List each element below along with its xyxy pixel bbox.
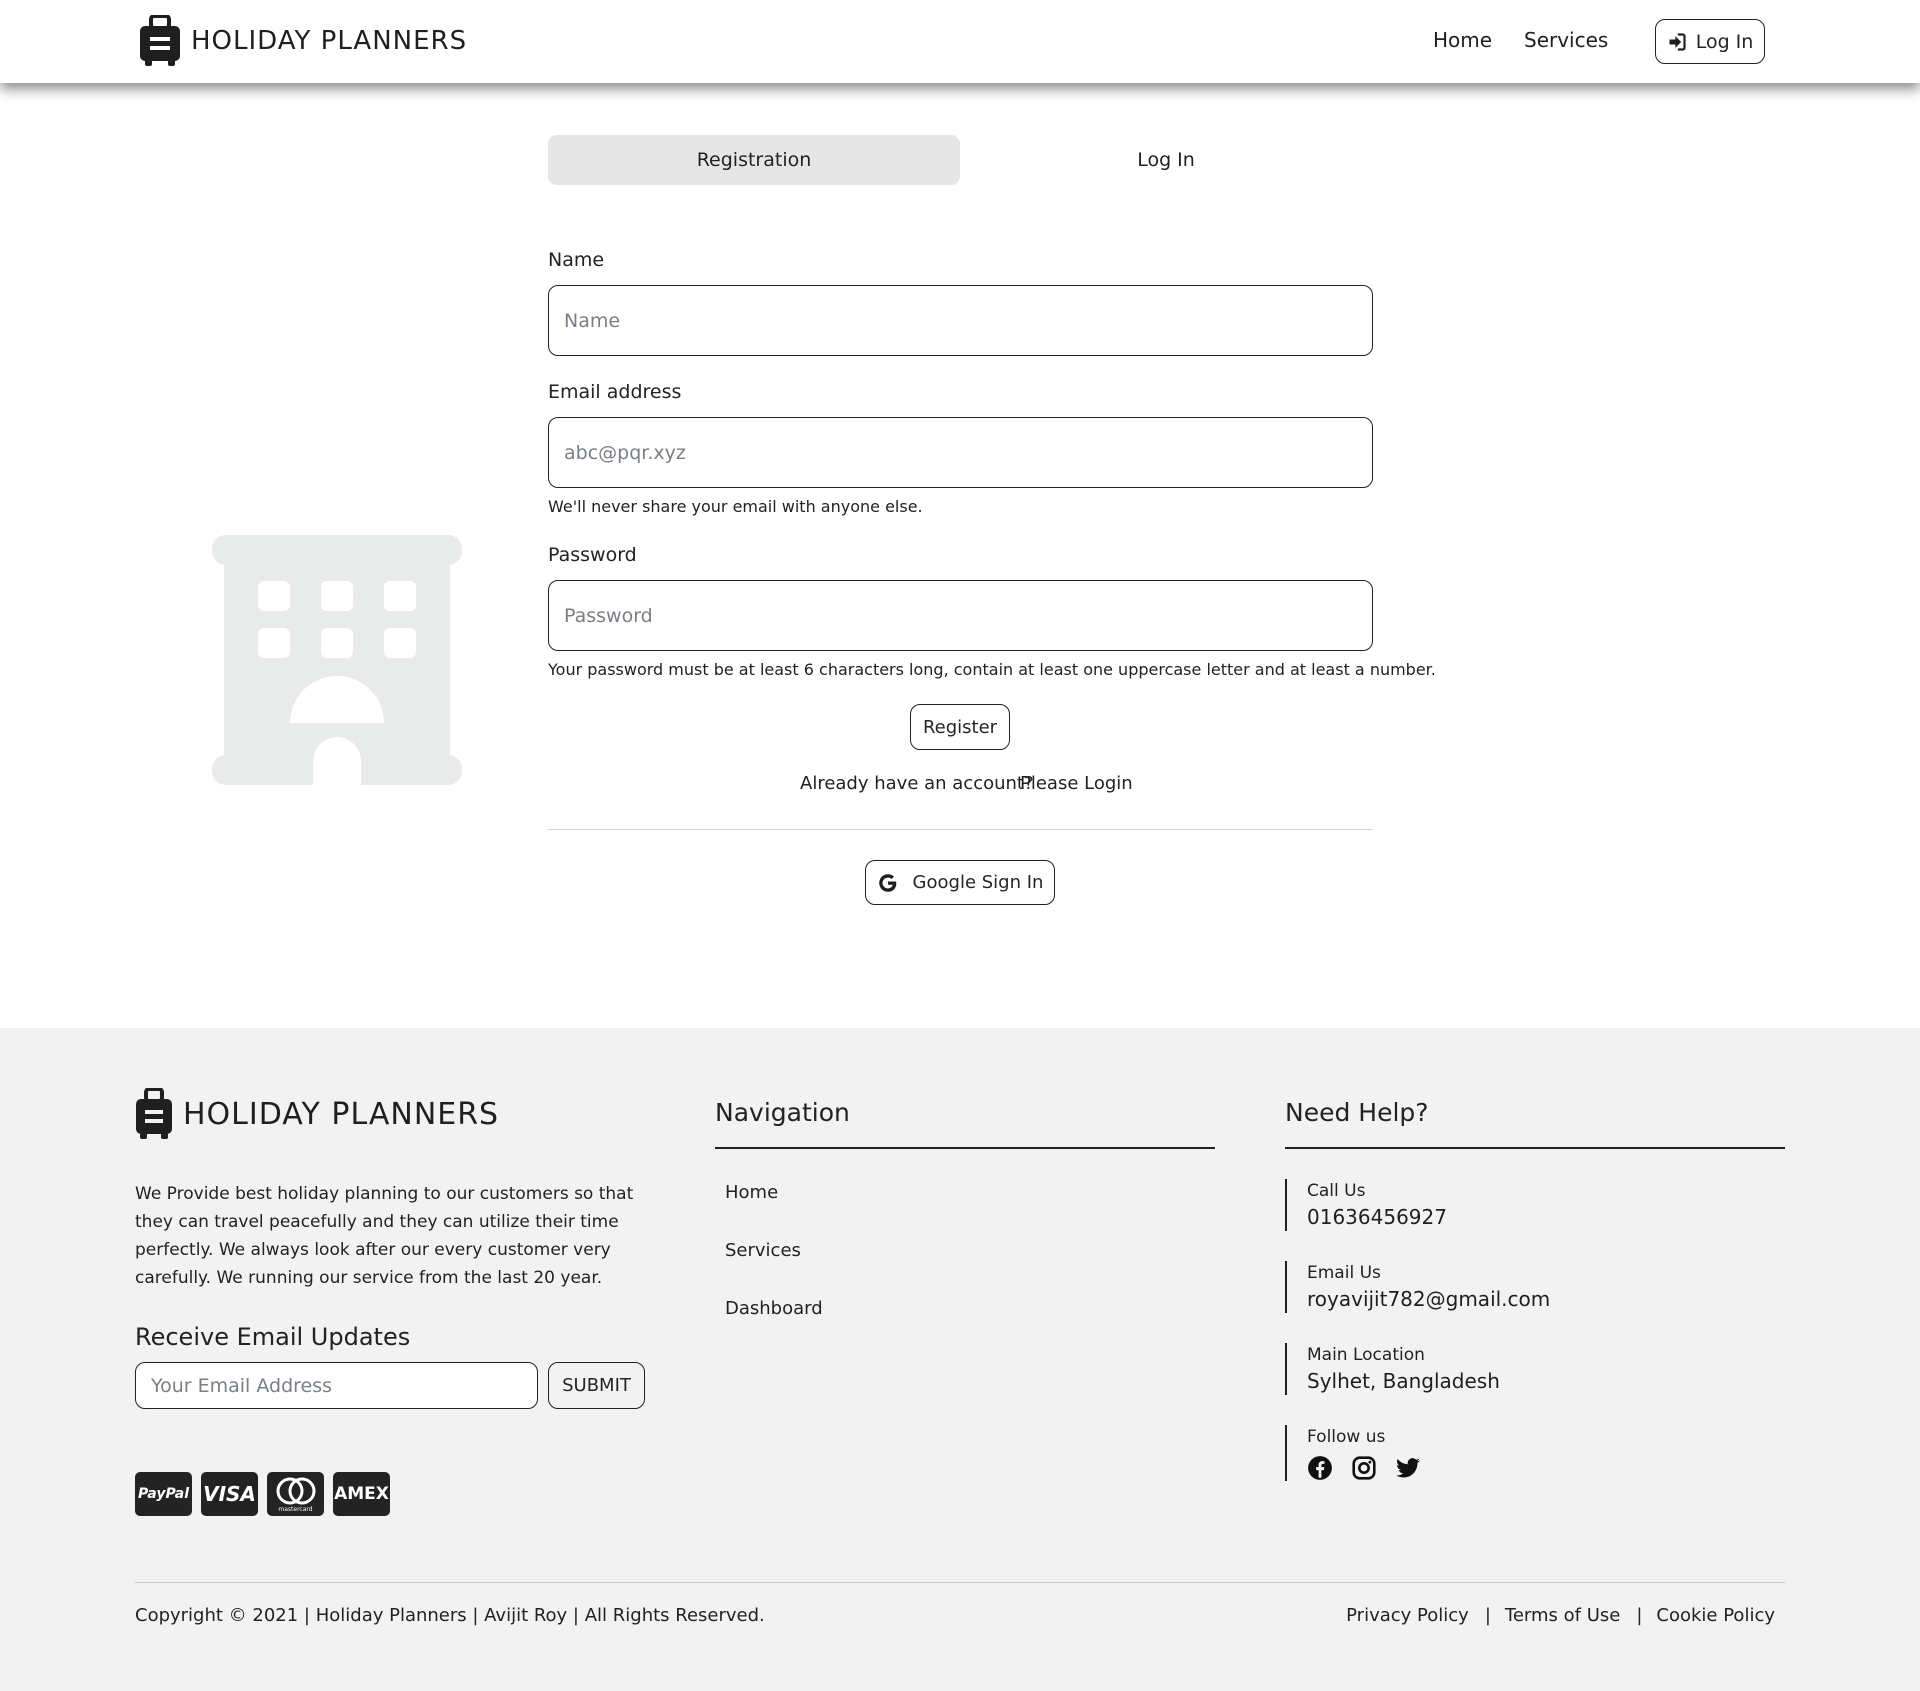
policy-links: Privacy Policy | Terms of Use | Cookie P…: [1346, 1605, 1775, 1626]
header-login-button[interactable]: Log In: [1655, 19, 1765, 64]
footer-brand-name: HOLIDAY PLANNERS: [183, 1096, 500, 1132]
terms-of-use-link[interactable]: Terms of Use: [1505, 1605, 1620, 1626]
follow-us-label: Follow us: [1307, 1427, 1386, 1447]
email-input[interactable]: [548, 417, 1373, 488]
visa-icon: VISA: [201, 1472, 258, 1516]
need-help-title: Need Help?: [1285, 1098, 1429, 1127]
suitcase-logo-icon: [136, 1088, 172, 1139]
mastercard-circles: [276, 1477, 315, 1504]
google-sign-in-label: Google Sign In: [912, 872, 1044, 893]
cookie-policy-link[interactable]: Cookie Policy: [1656, 1605, 1775, 1626]
newsletter-submit-button[interactable]: SUBMIT: [548, 1362, 645, 1409]
contact-location-label: Main Location: [1307, 1345, 1425, 1365]
brand[interactable]: HOLIDAY PLANNERS: [139, 15, 467, 67]
email-label: Email address: [548, 381, 682, 403]
newsletter-email-input[interactable]: [135, 1362, 538, 1409]
google-icon: [878, 873, 896, 892]
form-divider: [548, 829, 1373, 830]
twitter-icon[interactable]: [1395, 1455, 1421, 1481]
hotel-building-icon: [212, 535, 462, 787]
contact-email-label: Email Us: [1307, 1263, 1381, 1283]
facebook-icon[interactable]: [1307, 1455, 1333, 1481]
footer-divider: [135, 1582, 1785, 1583]
email-updates-title: Receive Email Updates: [135, 1323, 411, 1351]
mastercard-label: mastercard: [278, 1505, 313, 1513]
password-label: Password: [548, 544, 637, 566]
contact-call-label: Call Us: [1307, 1181, 1366, 1201]
footer: HOLIDAY PLANNERS We Provide best holiday…: [0, 1028, 1920, 1691]
password-help-text: Your password must be at least 6 charact…: [548, 660, 1436, 679]
already-account-text: Already have an account?: [800, 773, 1034, 794]
footer-brand[interactable]: HOLIDAY PLANNERS: [135, 1088, 499, 1140]
policy-separator: |: [1636, 1605, 1643, 1626]
top-navbar: HOLIDAY PLANNERS Home Services Log In: [0, 0, 1920, 83]
copyright-text: Copyright © 2021 | Holiday Planners | Av…: [135, 1605, 765, 1626]
register-button[interactable]: Register: [910, 704, 1010, 750]
payment-cards: PayPal VISA mastercard AMEX: [135, 1472, 399, 1516]
nav-services-link[interactable]: Services: [1524, 28, 1608, 52]
contact-location-value: Sylhet, Bangladesh: [1307, 1369, 1500, 1393]
sign-in-icon: [1669, 32, 1686, 51]
name-label: Name: [548, 249, 605, 271]
tab-registration[interactable]: Registration: [548, 135, 960, 185]
navigation-rule: [715, 1147, 1215, 1149]
nav-home-link[interactable]: Home: [1433, 28, 1492, 52]
footer-nav-home[interactable]: Home: [725, 1182, 778, 1203]
header-login-label: Log In: [1695, 30, 1754, 53]
follow-us: Follow us: [1285, 1425, 1439, 1481]
mastercard-icon: mastercard: [267, 1472, 324, 1516]
paypal-icon: PayPal: [135, 1472, 192, 1516]
need-help-rule: [1285, 1147, 1785, 1149]
about-text: We Provide best holiday planning to our …: [135, 1184, 634, 1288]
name-input[interactable]: [548, 285, 1373, 356]
contact-location: Main Location Sylhet, Bangladesh: [1285, 1343, 1500, 1395]
contact-email: Email Us royavijit782@gmail.com: [1285, 1261, 1550, 1313]
contact-call-value[interactable]: 01636456927: [1307, 1203, 1447, 1231]
brand-name: HOLIDAY PLANNERS: [191, 26, 468, 56]
password-input[interactable]: [548, 580, 1373, 651]
policy-separator: |: [1484, 1605, 1491, 1626]
tab-login[interactable]: Log In: [960, 135, 1372, 185]
contact-call: Call Us 01636456927: [1285, 1179, 1447, 1231]
amex-icon: AMEX: [333, 1472, 390, 1516]
email-help-text: We'll never share your email with anyone…: [548, 497, 923, 516]
footer-nav-services[interactable]: Services: [725, 1240, 801, 1261]
social-links: [1307, 1455, 1439, 1481]
navigation-title: Navigation: [715, 1098, 850, 1127]
suitcase-logo-icon: [140, 15, 180, 66]
please-login-link[interactable]: Please Login: [1020, 773, 1133, 794]
footer-nav-dashboard[interactable]: Dashboard: [725, 1298, 823, 1319]
privacy-policy-link[interactable]: Privacy Policy: [1346, 1605, 1469, 1626]
contact-email-value[interactable]: royavijit782@gmail.com: [1307, 1285, 1550, 1313]
instagram-icon[interactable]: [1351, 1455, 1377, 1481]
google-sign-in-button[interactable]: Google Sign In: [865, 860, 1055, 905]
